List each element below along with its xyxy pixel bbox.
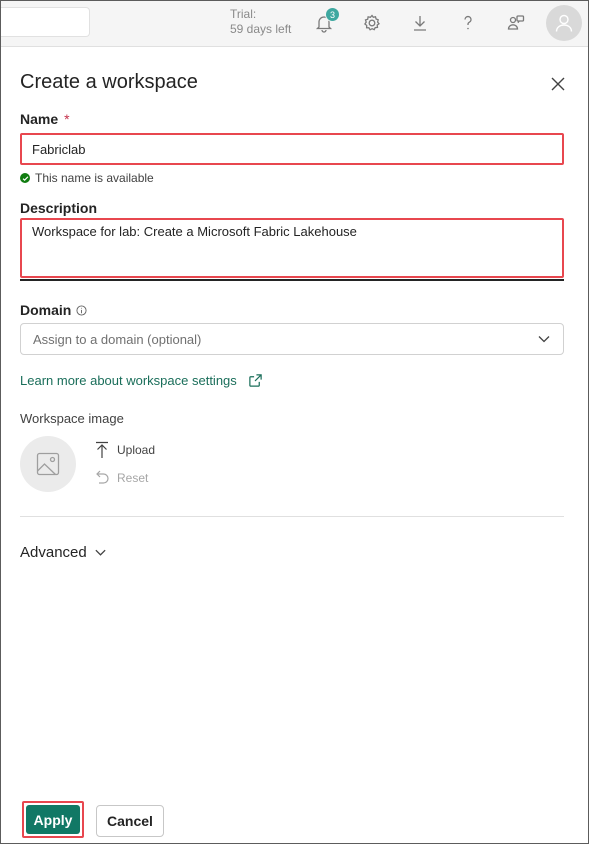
top-bar: Trial: 59 days left 3 [0,0,589,47]
domain-dropdown[interactable]: Assign to a domain (optional) [20,323,564,355]
image-icon [36,452,60,476]
download-icon [414,16,426,31]
trial-label: Trial: [230,7,257,21]
domain-placeholder: Assign to a domain (optional) [33,331,202,347]
reset-label: Reset [117,471,149,485]
upload-label: Upload [117,443,156,457]
learn-more-link[interactable]: Learn more about workspace settings [20,373,263,388]
domain-label-text: Domain [20,302,72,318]
info-icon[interactable] [76,304,87,316]
description-input[interactable]: Workspace for lab: Create a Microsoft Fa… [22,220,562,276]
upload-button[interactable]: Upload [95,441,155,459]
panel-title: Create a workspace [20,71,198,93]
apply-button-highlight: Apply [22,801,84,838]
workspace-image-label: Workspace image [20,411,124,426]
workspace-image-placeholder [20,436,76,492]
close-icon [551,77,565,91]
upload-icon [95,441,111,459]
advanced-toggle[interactable]: Advanced [20,544,107,561]
chevron-down-icon [538,336,550,343]
search-box[interactable] [0,7,90,37]
gear-icon [364,14,380,31]
apply-button[interactable]: Apply [26,805,80,834]
trial-days-left: 59 days left [230,22,292,36]
section-divider [20,516,564,517]
close-button[interactable] [548,74,568,94]
learn-more-text: Learn more about workspace settings [20,373,237,388]
description-focus-underline [20,279,564,281]
advanced-label: Advanced [20,544,87,561]
download-button[interactable] [408,11,432,35]
required-mark: * [64,111,70,127]
reset-button[interactable]: Reset [95,469,148,487]
name-availability-text: This name is available [35,171,154,185]
reset-icon [95,469,111,487]
name-label-text: Name [20,111,59,127]
settings-button[interactable] [360,11,384,35]
avatar-icon [555,14,573,32]
help-button[interactable] [456,11,480,35]
share-icon [507,15,525,30]
notification-badge: 3 [325,7,340,22]
trial-status: Trial: 59 days left [230,7,291,37]
checkmark-icon [20,173,30,183]
chevron-down-icon [94,546,107,559]
name-availability: This name is available [20,171,154,185]
external-link-icon [248,373,263,388]
name-label: Name * [20,111,70,127]
share-feedback-button[interactable] [504,11,528,35]
name-input[interactable] [22,135,562,163]
notifications-button[interactable]: 3 [312,7,340,35]
cancel-button[interactable]: Cancel [96,805,164,837]
domain-label: Domain [20,302,87,318]
description-label: Description [20,200,98,216]
account-avatar[interactable] [546,5,582,41]
help-icon [464,15,472,30]
